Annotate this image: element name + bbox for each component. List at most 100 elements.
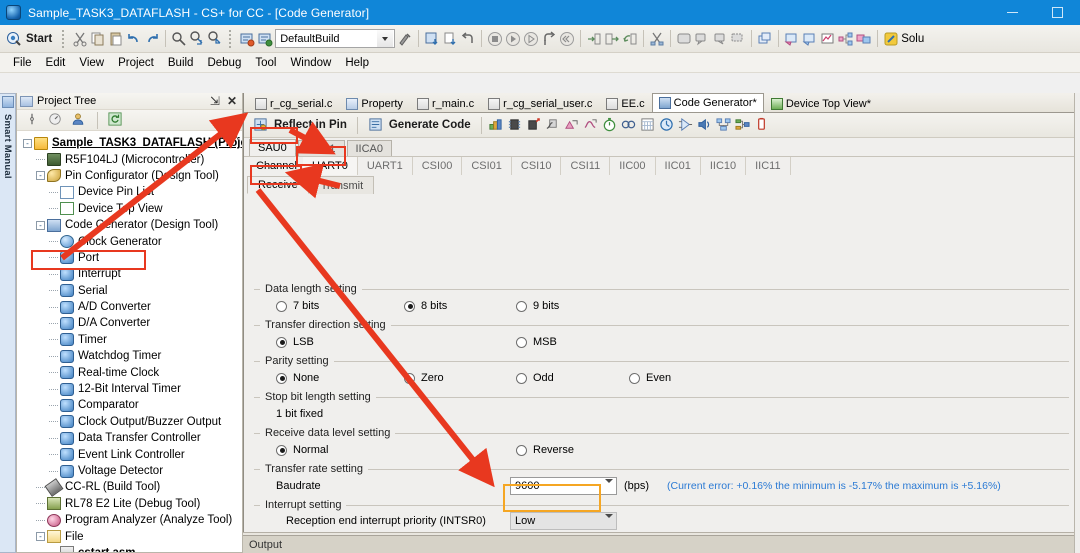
- channel-tab-iic10[interactable]: IIC10: [701, 157, 747, 175]
- generate-code-button[interactable]: Generate Code: [364, 114, 475, 136]
- toolbar-grip-1[interactable]: [61, 29, 68, 48]
- tree-icon[interactable]: [838, 31, 854, 47]
- radio-9-bits[interactable]: 9 bits: [516, 300, 559, 312]
- ad-converter-icon[interactable]: [564, 117, 580, 133]
- menu-edit[interactable]: Edit: [39, 55, 73, 71]
- menu-view[interactable]: View: [72, 55, 111, 71]
- tree-node-device-top-view[interactable]: Device Top View: [17, 201, 242, 217]
- collapse-icon[interactable]: ^: [234, 135, 239, 147]
- tree-node-12-bit-interval-timer[interactable]: 12-Bit Interval Timer: [17, 381, 242, 397]
- rebuild-icon[interactable]: [257, 31, 273, 47]
- panel1-icon[interactable]: [784, 31, 800, 47]
- pin-icon[interactable]: ⇲: [210, 94, 220, 108]
- go-icon[interactable]: [523, 31, 539, 47]
- disassemble-icon[interactable]: [649, 31, 665, 47]
- doc-tab-ee-c[interactable]: EE.c: [599, 94, 651, 112]
- menu-file[interactable]: File: [6, 55, 39, 71]
- channel-tab-iic00[interactable]: IIC00: [610, 157, 656, 175]
- tree-node-watchdog-timer[interactable]: Watchdog Timer: [17, 348, 242, 364]
- tree-node-r5f104lj-microcontroller[interactable]: R5F104LJ (Microcontroller): [17, 151, 242, 167]
- tree-node-port[interactable]: Port: [17, 250, 242, 266]
- download-icon[interactable]: [424, 31, 440, 47]
- radio-parity-even[interactable]: Even: [629, 372, 671, 384]
- radio-parity-zero[interactable]: Zero: [404, 372, 444, 384]
- tree-node-program-analyzer-analyze-tool[interactable]: Program Analyzer (Analyze Tool): [17, 512, 242, 528]
- channel-tab-csi10[interactable]: CSI10: [512, 157, 562, 175]
- dtc-icon[interactable]: [716, 117, 732, 133]
- channel-tab-csi11[interactable]: CSI11: [561, 157, 611, 175]
- doc-tab-r-main-c[interactable]: r_main.c: [410, 94, 481, 112]
- tree-node-cc-rl-build-tool[interactable]: CC-RL (Build Tool): [17, 478, 242, 497]
- sau-tab-sau0[interactable]: SAU0: [249, 139, 296, 156]
- radio-parity-none[interactable]: None: [276, 372, 319, 384]
- toolbar-grip-2[interactable]: [228, 29, 235, 48]
- sau-tab-sau1[interactable]: SAU1: [297, 140, 345, 156]
- menu-project[interactable]: Project: [111, 55, 161, 71]
- doc-tab-device-top-view[interactable]: Device Top View*: [764, 94, 878, 112]
- find-prev-icon[interactable]: [207, 30, 223, 47]
- back-icon[interactable]: [460, 31, 476, 47]
- watchdog-icon[interactable]: [621, 117, 637, 133]
- connect-icon[interactable]: [25, 112, 41, 128]
- tree-node-clock-generator[interactable]: Clock Generator: [17, 233, 242, 249]
- voltage-detector-icon[interactable]: [754, 117, 770, 133]
- channel-tab-csi01[interactable]: CSI01: [462, 157, 512, 175]
- smart-manual-tab[interactable]: Smart Manual: [0, 93, 16, 553]
- tree-node-voltage-detector[interactable]: Voltage Detector: [17, 463, 242, 479]
- tree-node-data-transfer-controller[interactable]: Data Transfer Controller: [17, 430, 242, 446]
- tree-node-comparator[interactable]: Comparator: [17, 397, 242, 413]
- window4-icon[interactable]: [730, 31, 746, 47]
- interrupt-icon[interactable]: [526, 117, 542, 133]
- tree-twisty[interactable]: -: [36, 171, 45, 181]
- output-panel[interactable]: Output: [243, 532, 1080, 553]
- comparator-icon[interactable]: [678, 117, 694, 133]
- redo-icon[interactable]: [144, 31, 160, 47]
- da-converter-icon[interactable]: [583, 117, 599, 133]
- stop-icon[interactable]: [487, 31, 503, 47]
- radio-lsb[interactable]: LSB: [276, 336, 314, 348]
- doc-tab-property[interactable]: Property: [339, 94, 410, 112]
- tree-node-real-time-clock[interactable]: Real-time Clock: [17, 364, 242, 380]
- rtc-icon[interactable]: [640, 117, 656, 133]
- refresh-icon[interactable]: [108, 112, 124, 128]
- undo-icon[interactable]: [126, 31, 142, 47]
- tree-node-timer[interactable]: Timer: [17, 332, 242, 348]
- radio-reverse[interactable]: Reverse: [516, 444, 574, 456]
- step-return-icon[interactable]: [622, 31, 638, 47]
- direction-tab-receive[interactable]: Receive: [247, 176, 309, 194]
- radio-7-bits[interactable]: 7 bits: [276, 300, 319, 312]
- build-run-icon[interactable]: [397, 31, 413, 47]
- tree-twisty[interactable]: -: [36, 220, 45, 230]
- doc-tab-code-generator[interactable]: Code Generator*: [651, 93, 764, 112]
- chevron-down-icon[interactable]: [377, 30, 394, 47]
- step-in-icon[interactable]: [586, 31, 602, 47]
- copy-icon[interactable]: [90, 31, 106, 47]
- menu-build[interactable]: Build: [161, 55, 201, 71]
- channel-tab-csi00[interactable]: CSI00: [413, 157, 463, 175]
- menu-tool[interactable]: Tool: [248, 55, 283, 71]
- radio-normal[interactable]: Normal: [276, 444, 328, 456]
- tree-node-a-d-converter[interactable]: A/D Converter: [17, 299, 242, 315]
- menu-window[interactable]: Window: [283, 55, 338, 71]
- minimize-button[interactable]: [990, 0, 1035, 25]
- direction-tab-transmit[interactable]: Transmit: [309, 176, 375, 194]
- tree-node-rl78-e2-lite-debug-tool[interactable]: RL78 E2 Lite (Debug Tool): [17, 496, 242, 512]
- window-icon[interactable]: [676, 31, 692, 47]
- tree-twisty[interactable]: -: [36, 532, 45, 542]
- build-icon[interactable]: [239, 31, 255, 47]
- start-button[interactable]: Start: [2, 28, 56, 50]
- find-icon[interactable]: [171, 31, 187, 47]
- baudrate-combo[interactable]: 9600: [510, 477, 617, 495]
- panel2-icon[interactable]: [802, 31, 818, 47]
- timer-icon[interactable]: [602, 117, 618, 133]
- find-next-icon[interactable]: [189, 30, 205, 47]
- channel-tab-uart0[interactable]: UART0: [302, 157, 358, 175]
- paste-icon[interactable]: [108, 31, 124, 47]
- chevron-down-icon[interactable]: [605, 479, 613, 495]
- tree-node-file[interactable]: - File: [17, 528, 242, 544]
- step-out-icon[interactable]: [604, 31, 620, 47]
- cut-icon[interactable]: [72, 31, 88, 47]
- restart-icon[interactable]: [559, 31, 575, 47]
- doc-tab-r-cg-serial-user-c[interactable]: r_cg_serial_user.c: [481, 94, 599, 112]
- elc-icon[interactable]: [735, 117, 751, 133]
